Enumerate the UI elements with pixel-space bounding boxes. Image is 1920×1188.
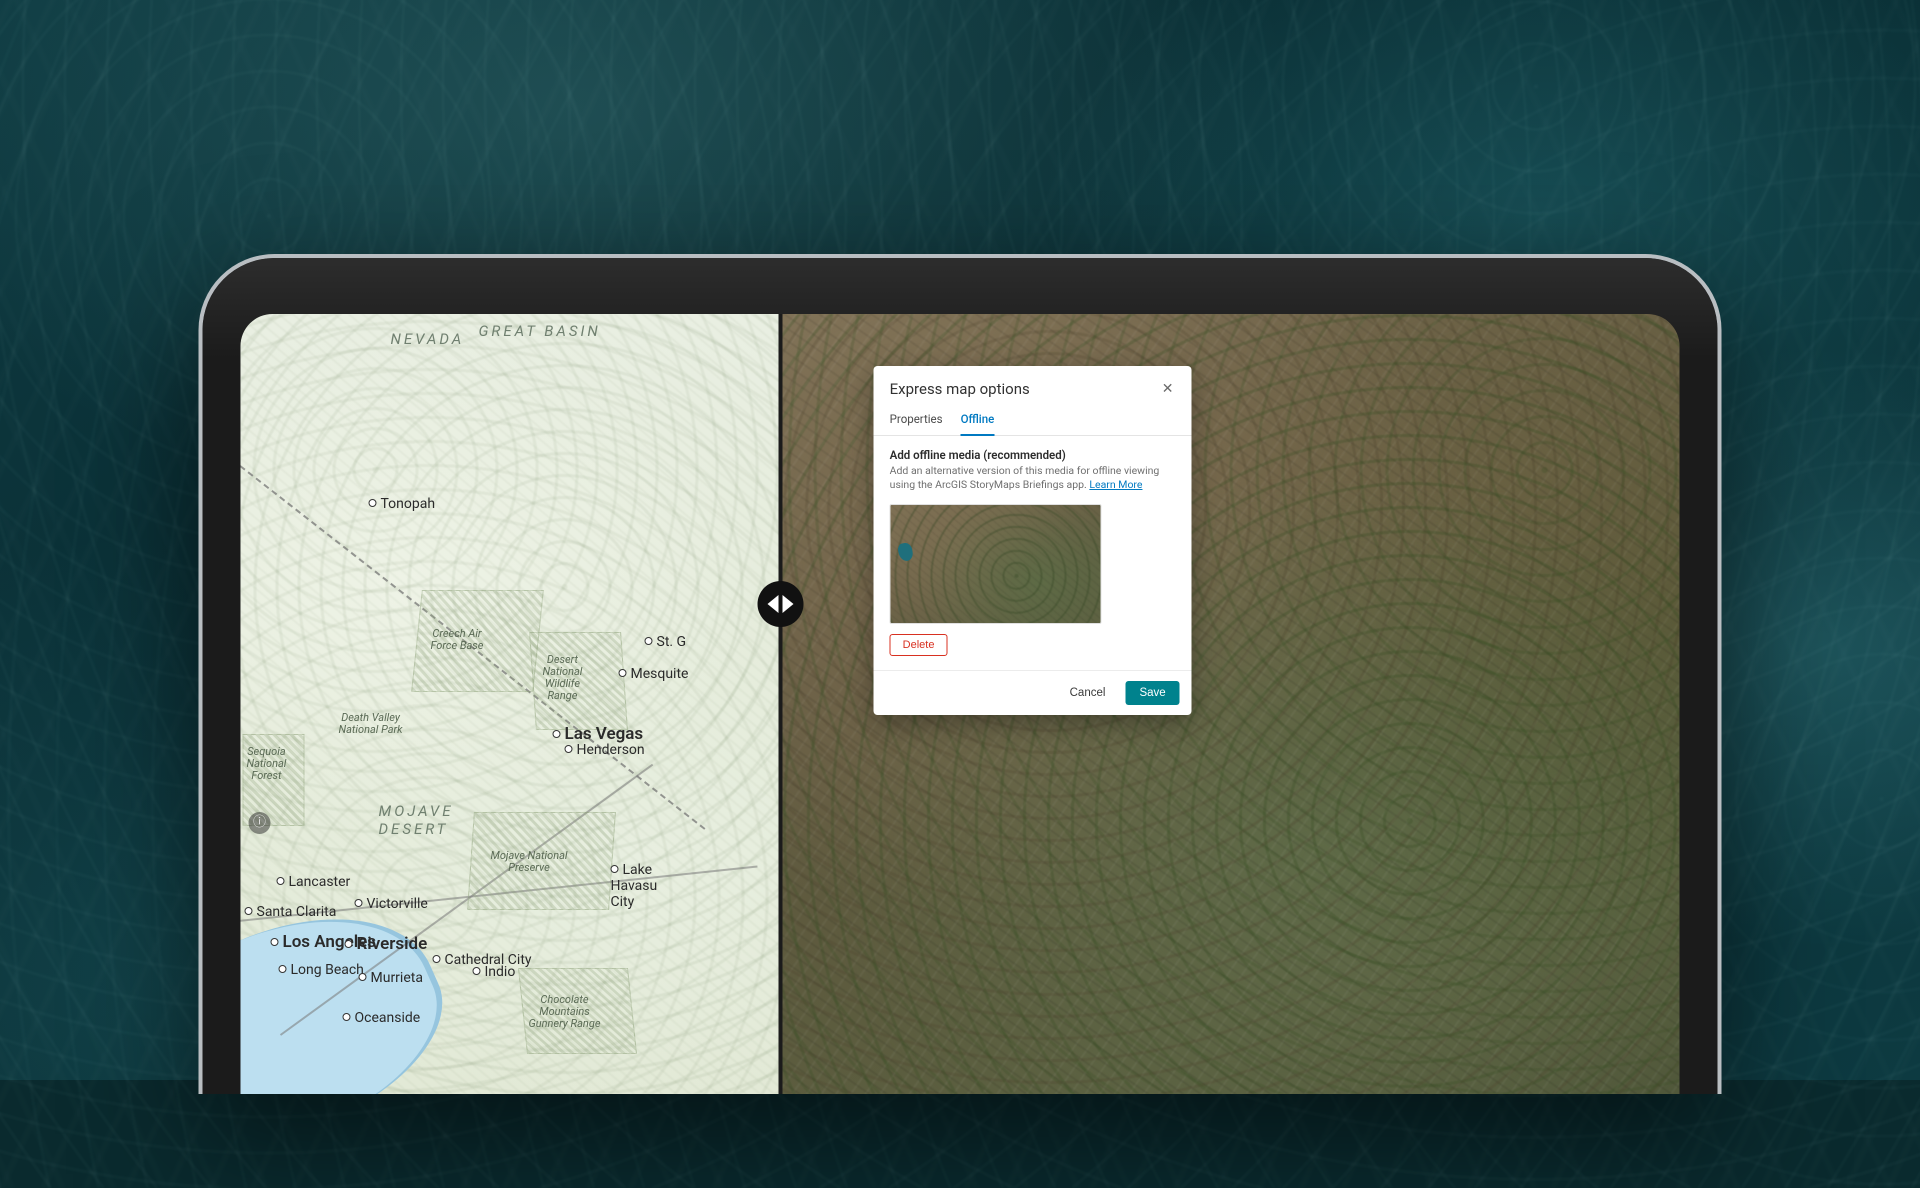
dialog-tabs: Properties Offline (874, 406, 1192, 436)
tablet-volume-up-button (383, 254, 473, 256)
thumbnail-noise (891, 505, 1101, 623)
map-info-button[interactable]: ⓘ (249, 812, 271, 834)
tab-offline[interactable]: Offline (961, 412, 995, 436)
learn-more-link[interactable]: Learn More (1089, 478, 1142, 491)
restricted-area (529, 632, 628, 730)
tablet-volume-down-button (489, 254, 579, 256)
offline-media-thumbnail[interactable] (890, 504, 1102, 624)
chevron-left-icon (767, 595, 778, 613)
tablet-power-button (199, 728, 201, 808)
swipe-slider-handle[interactable] (757, 581, 803, 627)
offline-section-description: Add an alternative version of this media… (874, 464, 1192, 500)
express-map-options-dialog: Express map options ✕ Properties Offline… (874, 366, 1192, 715)
cancel-button[interactable]: Cancel (1058, 681, 1118, 705)
delete-button[interactable]: Delete (890, 634, 948, 656)
dialog-footer: Cancel Save (874, 670, 1192, 715)
close-button[interactable]: ✕ (1160, 381, 1176, 397)
restricted-area (518, 968, 637, 1054)
offline-section-heading: Add offline media (recommended) (874, 436, 1192, 464)
save-button[interactable]: Save (1125, 681, 1179, 705)
swipe-divider[interactable] (778, 314, 782, 1094)
restricted-area (411, 590, 544, 692)
chevron-right-icon (782, 595, 793, 613)
restricted-area (467, 812, 616, 910)
restricted-area (243, 734, 305, 826)
dialog-title: Express map options (890, 380, 1030, 398)
tablet-mockup: NEVADAGREAT BASINMOJAVEDESERTSequoiaNati… (199, 254, 1722, 1094)
tablet-screen: NEVADAGREAT BASINMOJAVEDESERTSequoiaNati… (241, 314, 1680, 1094)
swipe-map-left-pane[interactable]: NEVADAGREAT BASINMOJAVEDESERTSequoiaNati… (241, 314, 781, 1094)
tab-properties[interactable]: Properties (890, 412, 943, 435)
close-icon: ✕ (1162, 382, 1174, 396)
dialog-header: Express map options ✕ (874, 366, 1192, 406)
